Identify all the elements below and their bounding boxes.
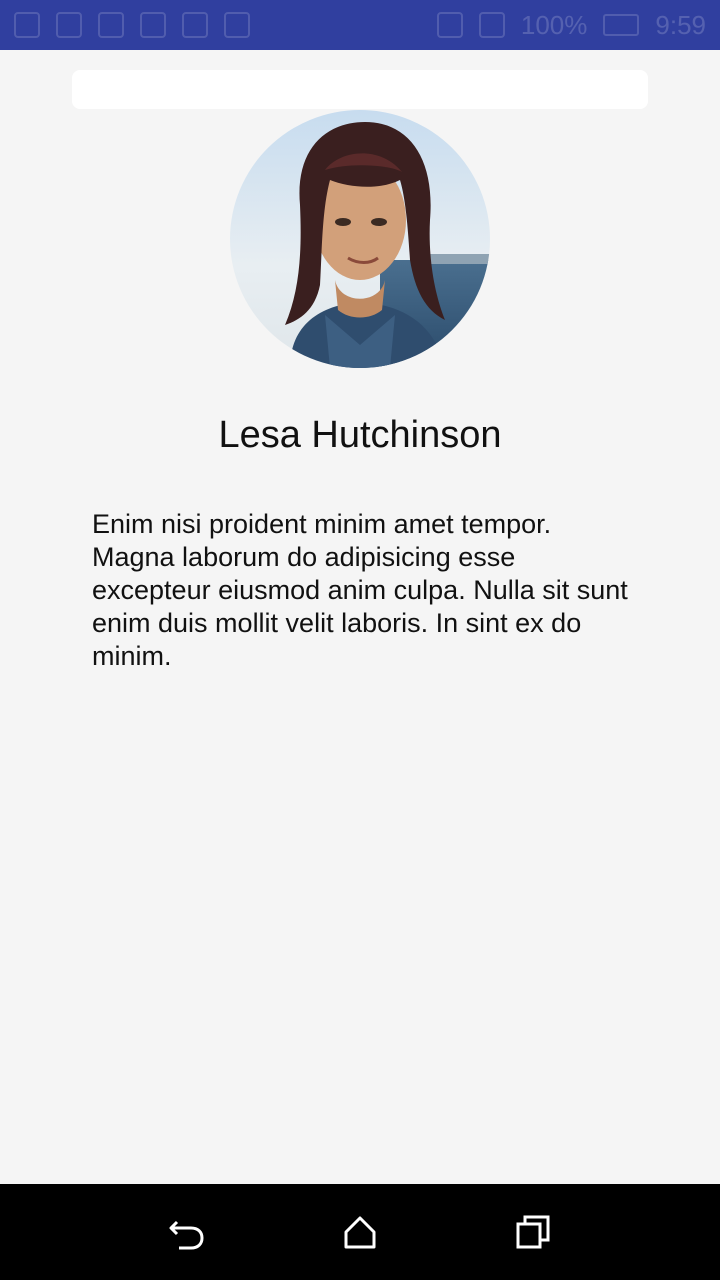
signal-icon: [478, 12, 505, 38]
navigation-bar: [0, 1184, 720, 1280]
battery-icon: [603, 14, 640, 36]
notification-icon: [98, 12, 124, 38]
status-bar: 100% 9:59: [0, 0, 720, 50]
wifi-icon: [436, 12, 463, 38]
back-button[interactable]: [155, 1200, 219, 1264]
notification-icon: [224, 12, 250, 38]
notification-icon: [56, 12, 82, 38]
profile-name: Lesa Hutchinson: [218, 414, 502, 456]
avatar: [230, 110, 490, 368]
notification-icon: [14, 12, 40, 38]
status-notifications: [14, 12, 250, 38]
notification-icon: [182, 12, 208, 38]
home-button[interactable]: [328, 1200, 392, 1264]
recents-button[interactable]: [501, 1200, 565, 1264]
profile-bio: Enim nisi proident minim amet tempor. Ma…: [92, 509, 628, 671]
back-icon: [169, 1220, 204, 1250]
search-input[interactable]: [72, 70, 648, 109]
profile-photo: [230, 110, 490, 368]
notification-icon: [140, 12, 166, 38]
battery-percent: 100%: [520, 9, 588, 40]
recents-icon: [516, 1215, 550, 1249]
status-system: 100% 9:59: [436, 9, 706, 41]
clock: 9:59: [655, 9, 706, 40]
home-icon: [344, 1216, 376, 1249]
